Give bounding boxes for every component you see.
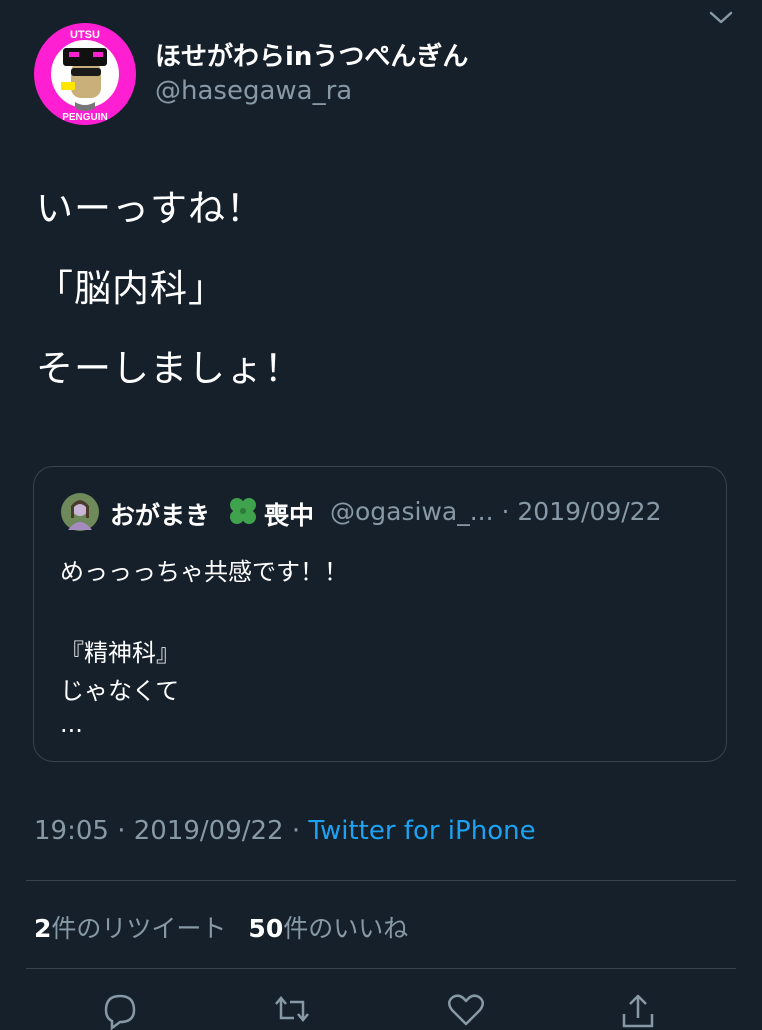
share-icon[interactable]	[616, 990, 660, 1030]
display-name[interactable]: ほせがわらinうつぺんぎん	[155, 36, 468, 73]
likes-stat[interactable]: 50件のいいね	[248, 914, 408, 943]
quoted-display-name: おがまき	[110, 501, 211, 530]
four-leaf-clover-icon	[230, 498, 256, 524]
tweet-text-line: 「脳内科」	[36, 267, 226, 310]
quoted-name-suffix: 喪中	[264, 501, 315, 530]
quoted-handle-date: @ogasiwa_... · 2019/09/22	[330, 497, 662, 526]
meta-separator: ·	[108, 816, 134, 846]
tweet-date: 2019/09/22	[133, 816, 284, 846]
avatar-text-top: UTSU	[70, 29, 100, 41]
quoted-avatar	[61, 493, 99, 531]
chevron-down-icon[interactable]	[706, 8, 736, 28]
divider	[26, 968, 736, 969]
tweet-time: 19:05	[34, 816, 109, 846]
divider	[26, 880, 736, 881]
tweet-source-link[interactable]: Twitter for iPhone	[308, 816, 535, 846]
tweet-text-line: そーしましょ！	[36, 347, 302, 390]
avatar[interactable]: UTSU PENGUIN	[33, 22, 137, 126]
heart-icon[interactable]	[444, 990, 488, 1030]
likes-label: 件のいいね	[283, 914, 409, 943]
user-handle[interactable]: @hasegawa_ra	[155, 76, 352, 106]
reply-icon[interactable]	[98, 990, 142, 1030]
retweets-label: 件のリツイート	[51, 914, 227, 943]
tweet-stats: 2件のリツイート 50件のいいね	[34, 909, 408, 945]
tweet-text-line: いーっすね！	[36, 187, 264, 230]
retweets-stat[interactable]: 2件のリツイート	[34, 914, 226, 943]
quoted-text-line: じゃなくて	[60, 677, 180, 705]
likes-count: 50	[248, 914, 284, 943]
retweets-count: 2	[34, 914, 52, 943]
quoted-text-line: めっっっちゃ共感です！！	[60, 558, 348, 586]
tweet-meta: 19:05 · 2019/09/22 · Twitter for iPhone	[34, 816, 536, 846]
quoted-text-line: 『精神科』	[60, 639, 180, 667]
quoted-text-line: ...	[60, 710, 83, 738]
meta-separator: ·	[283, 816, 309, 846]
retweet-icon[interactable]	[270, 990, 314, 1030]
avatar-text-bottom: PENGUIN	[62, 112, 108, 123]
